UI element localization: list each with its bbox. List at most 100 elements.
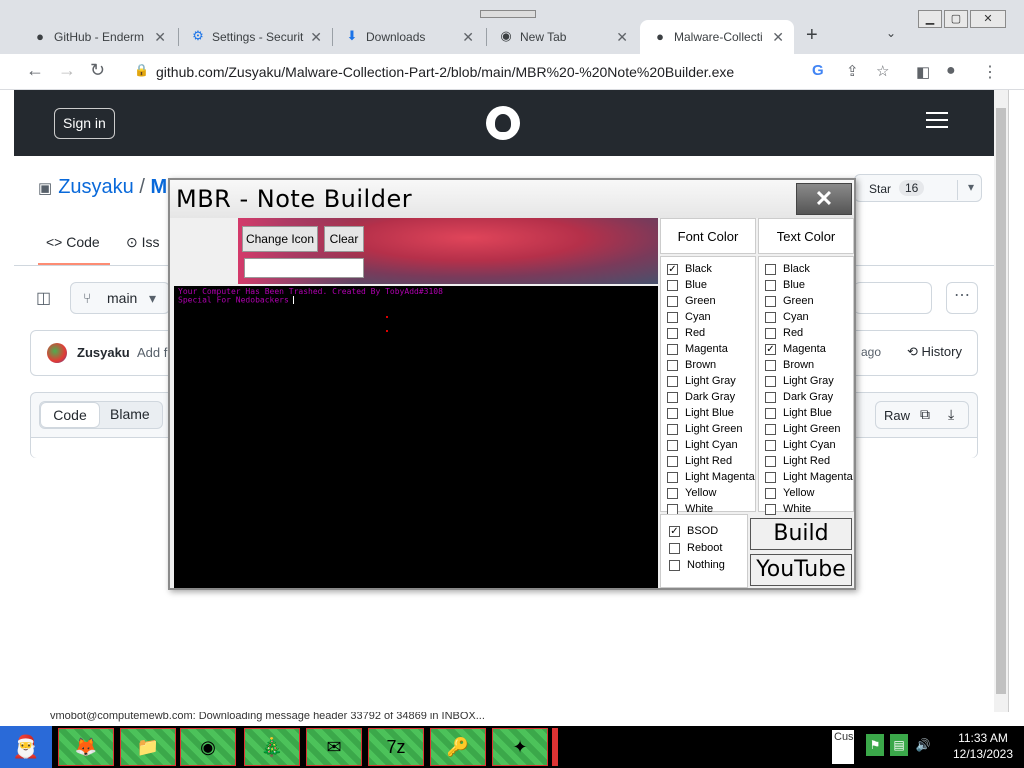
checkbox[interactable] xyxy=(765,375,776,387)
text-color-option-cyan[interactable]: Cyan xyxy=(765,309,809,325)
close-icon[interactable]: ✕ xyxy=(462,29,474,46)
font-color-option-brown[interactable]: Brown xyxy=(667,357,716,373)
mode-reboot[interactable]: Reboot xyxy=(669,542,722,554)
tab-new-tab[interactable]: ◉ New Tab ✕ xyxy=(486,20,638,54)
hamburger-menu-icon[interactable] xyxy=(926,112,948,128)
more-options-button[interactable]: ⋯ xyxy=(946,282,978,314)
checkbox[interactable] xyxy=(765,311,776,323)
reload-button[interactable]: ↻ xyxy=(90,60,105,81)
icon-path-input[interactable] xyxy=(244,258,364,278)
checkbox[interactable] xyxy=(765,391,776,403)
text-color-option-blue[interactable]: Blue xyxy=(765,277,805,293)
tab-malware-collection[interactable]: ● Malware-Collecti ✕ xyxy=(640,20,794,54)
font-color-option-magenta[interactable]: Magenta xyxy=(667,341,728,357)
font-color-option-blue[interactable]: Blue xyxy=(667,277,707,293)
forward-button[interactable]: → xyxy=(58,60,76,81)
youtube-button[interactable]: YouTube xyxy=(750,554,852,586)
checkbox[interactable] xyxy=(667,295,678,307)
text-color-option-dark-gray[interactable]: Dark Gray xyxy=(765,389,833,405)
checkbox[interactable] xyxy=(765,471,776,483)
repo-name-link[interactable]: M xyxy=(150,176,167,198)
copy-icon[interactable]: ⧉ xyxy=(920,406,930,423)
checkbox[interactable] xyxy=(765,487,776,499)
text-color-option-green[interactable]: Green xyxy=(765,293,814,309)
sign-in-button[interactable]: Sign in xyxy=(54,108,115,139)
file-explorer-taskbar-icon[interactable]: 📁 xyxy=(120,728,176,766)
clear-button[interactable]: Clear xyxy=(324,226,364,252)
text-color-option-magenta[interactable]: ✓ Magenta xyxy=(765,341,826,357)
close-icon[interactable]: ✕ xyxy=(772,29,784,46)
text-color-option-brown[interactable]: Brown xyxy=(765,357,814,373)
history-link[interactable]: ⟲ History xyxy=(907,344,962,360)
keys-taskbar-icon[interactable]: 🔑 xyxy=(430,728,486,766)
tab-code[interactable]: <> Code xyxy=(46,234,100,250)
checkbox[interactable]: ✓ xyxy=(669,525,680,537)
checkbox[interactable] xyxy=(669,559,680,571)
tray-search-stub[interactable]: Cus xyxy=(832,730,854,764)
text-color-option-light-gray[interactable]: Light Gray xyxy=(765,373,834,389)
checkbox[interactable] xyxy=(667,407,678,419)
volume-icon[interactable]: 🔊 xyxy=(914,734,932,756)
app-taskbar-icon[interactable]: ✦ xyxy=(492,728,548,766)
checkbox[interactable] xyxy=(667,487,678,499)
text-color-option-white[interactable]: White xyxy=(765,501,811,517)
close-icon[interactable]: ✕ xyxy=(154,29,166,46)
mode-bsod[interactable]: ✓ BSOD xyxy=(669,525,718,537)
tab-github-enderman[interactable]: ● GitHub - Enderm ✕ xyxy=(20,20,176,54)
text-color-option-light-blue[interactable]: Light Blue xyxy=(765,405,832,421)
checkbox[interactable] xyxy=(667,455,678,467)
avatar[interactable] xyxy=(47,343,67,363)
text-color-option-light-red[interactable]: Light Red xyxy=(765,453,830,469)
blame-view-button[interactable]: Blame xyxy=(110,406,150,422)
font-color-option-light-magenta[interactable]: Light Magenta xyxy=(667,469,755,485)
flag-icon[interactable]: ⚑ xyxy=(866,734,884,756)
note-text-editor[interactable]: Your Computer Has Been Trashed. Created … xyxy=(174,286,658,588)
repo-owner-link[interactable]: Zusyaku xyxy=(58,176,134,198)
side-panel-icon[interactable]: ◧ xyxy=(916,63,930,81)
checkbox[interactable] xyxy=(667,375,678,387)
checkbox[interactable] xyxy=(667,327,678,339)
checkbox[interactable] xyxy=(765,279,776,291)
font-color-option-light-gray[interactable]: Light Gray xyxy=(667,373,736,389)
code-view-button[interactable]: Code xyxy=(40,402,100,428)
go-to-file-input[interactable] xyxy=(854,282,932,314)
maximize-button[interactable]: ▢ xyxy=(944,10,968,28)
checkbox[interactable] xyxy=(667,279,678,291)
checkbox[interactable] xyxy=(765,263,776,275)
network-icon[interactable]: ▤ xyxy=(890,734,908,756)
font-color-option-cyan[interactable]: Cyan xyxy=(667,309,711,325)
url-text[interactable]: github.com/Zusyaku/Malware-Collection-Pa… xyxy=(156,64,734,80)
checkbox[interactable] xyxy=(765,407,776,419)
close-icon[interactable]: ✕ xyxy=(310,29,322,46)
minimize-button[interactable]: ▁ xyxy=(918,10,942,28)
7zip-taskbar-icon[interactable]: 7z xyxy=(368,728,424,766)
checkbox[interactable] xyxy=(765,423,776,435)
text-color-option-black[interactable]: Black xyxy=(765,261,810,277)
checkbox[interactable] xyxy=(765,359,776,371)
firefox-taskbar-icon[interactable]: 🦊 xyxy=(58,728,114,766)
chrome-taskbar-icon[interactable]: ◉ xyxy=(180,728,236,766)
window-drag-handle[interactable] xyxy=(480,10,536,18)
checkbox[interactable] xyxy=(669,542,680,554)
chevron-down-icon[interactable]: ▾ xyxy=(957,180,974,200)
share-icon[interactable]: ⇪ xyxy=(846,62,859,80)
build-button[interactable]: Build xyxy=(750,518,852,550)
font-color-option-green[interactable]: Green xyxy=(667,293,716,309)
github-logo-icon[interactable] xyxy=(486,106,520,140)
checkbox[interactable] xyxy=(667,343,678,355)
text-color-option-light-cyan[interactable]: Light Cyan xyxy=(765,437,836,453)
checkbox[interactable] xyxy=(667,471,678,483)
bookmark-star-icon[interactable]: ☆ xyxy=(876,62,889,80)
checkbox[interactable] xyxy=(765,503,776,515)
checkbox[interactable]: ✓ xyxy=(765,343,776,355)
profile-avatar-icon[interactable]: ● xyxy=(946,62,956,80)
font-color-option-light-red[interactable]: Light Red xyxy=(667,453,732,469)
close-button[interactable]: ✕ xyxy=(796,183,852,215)
scrollbar-thumb[interactable] xyxy=(996,108,1006,694)
font-color-option-dark-gray[interactable]: Dark Gray xyxy=(667,389,735,405)
start-button[interactable]: 🎅 xyxy=(0,726,52,768)
download-icon[interactable]: ⤓ xyxy=(948,406,954,423)
commit-author[interactable]: Zusyaku xyxy=(77,345,130,360)
new-tab-button[interactable]: + xyxy=(806,24,818,47)
checkbox[interactable] xyxy=(765,327,776,339)
